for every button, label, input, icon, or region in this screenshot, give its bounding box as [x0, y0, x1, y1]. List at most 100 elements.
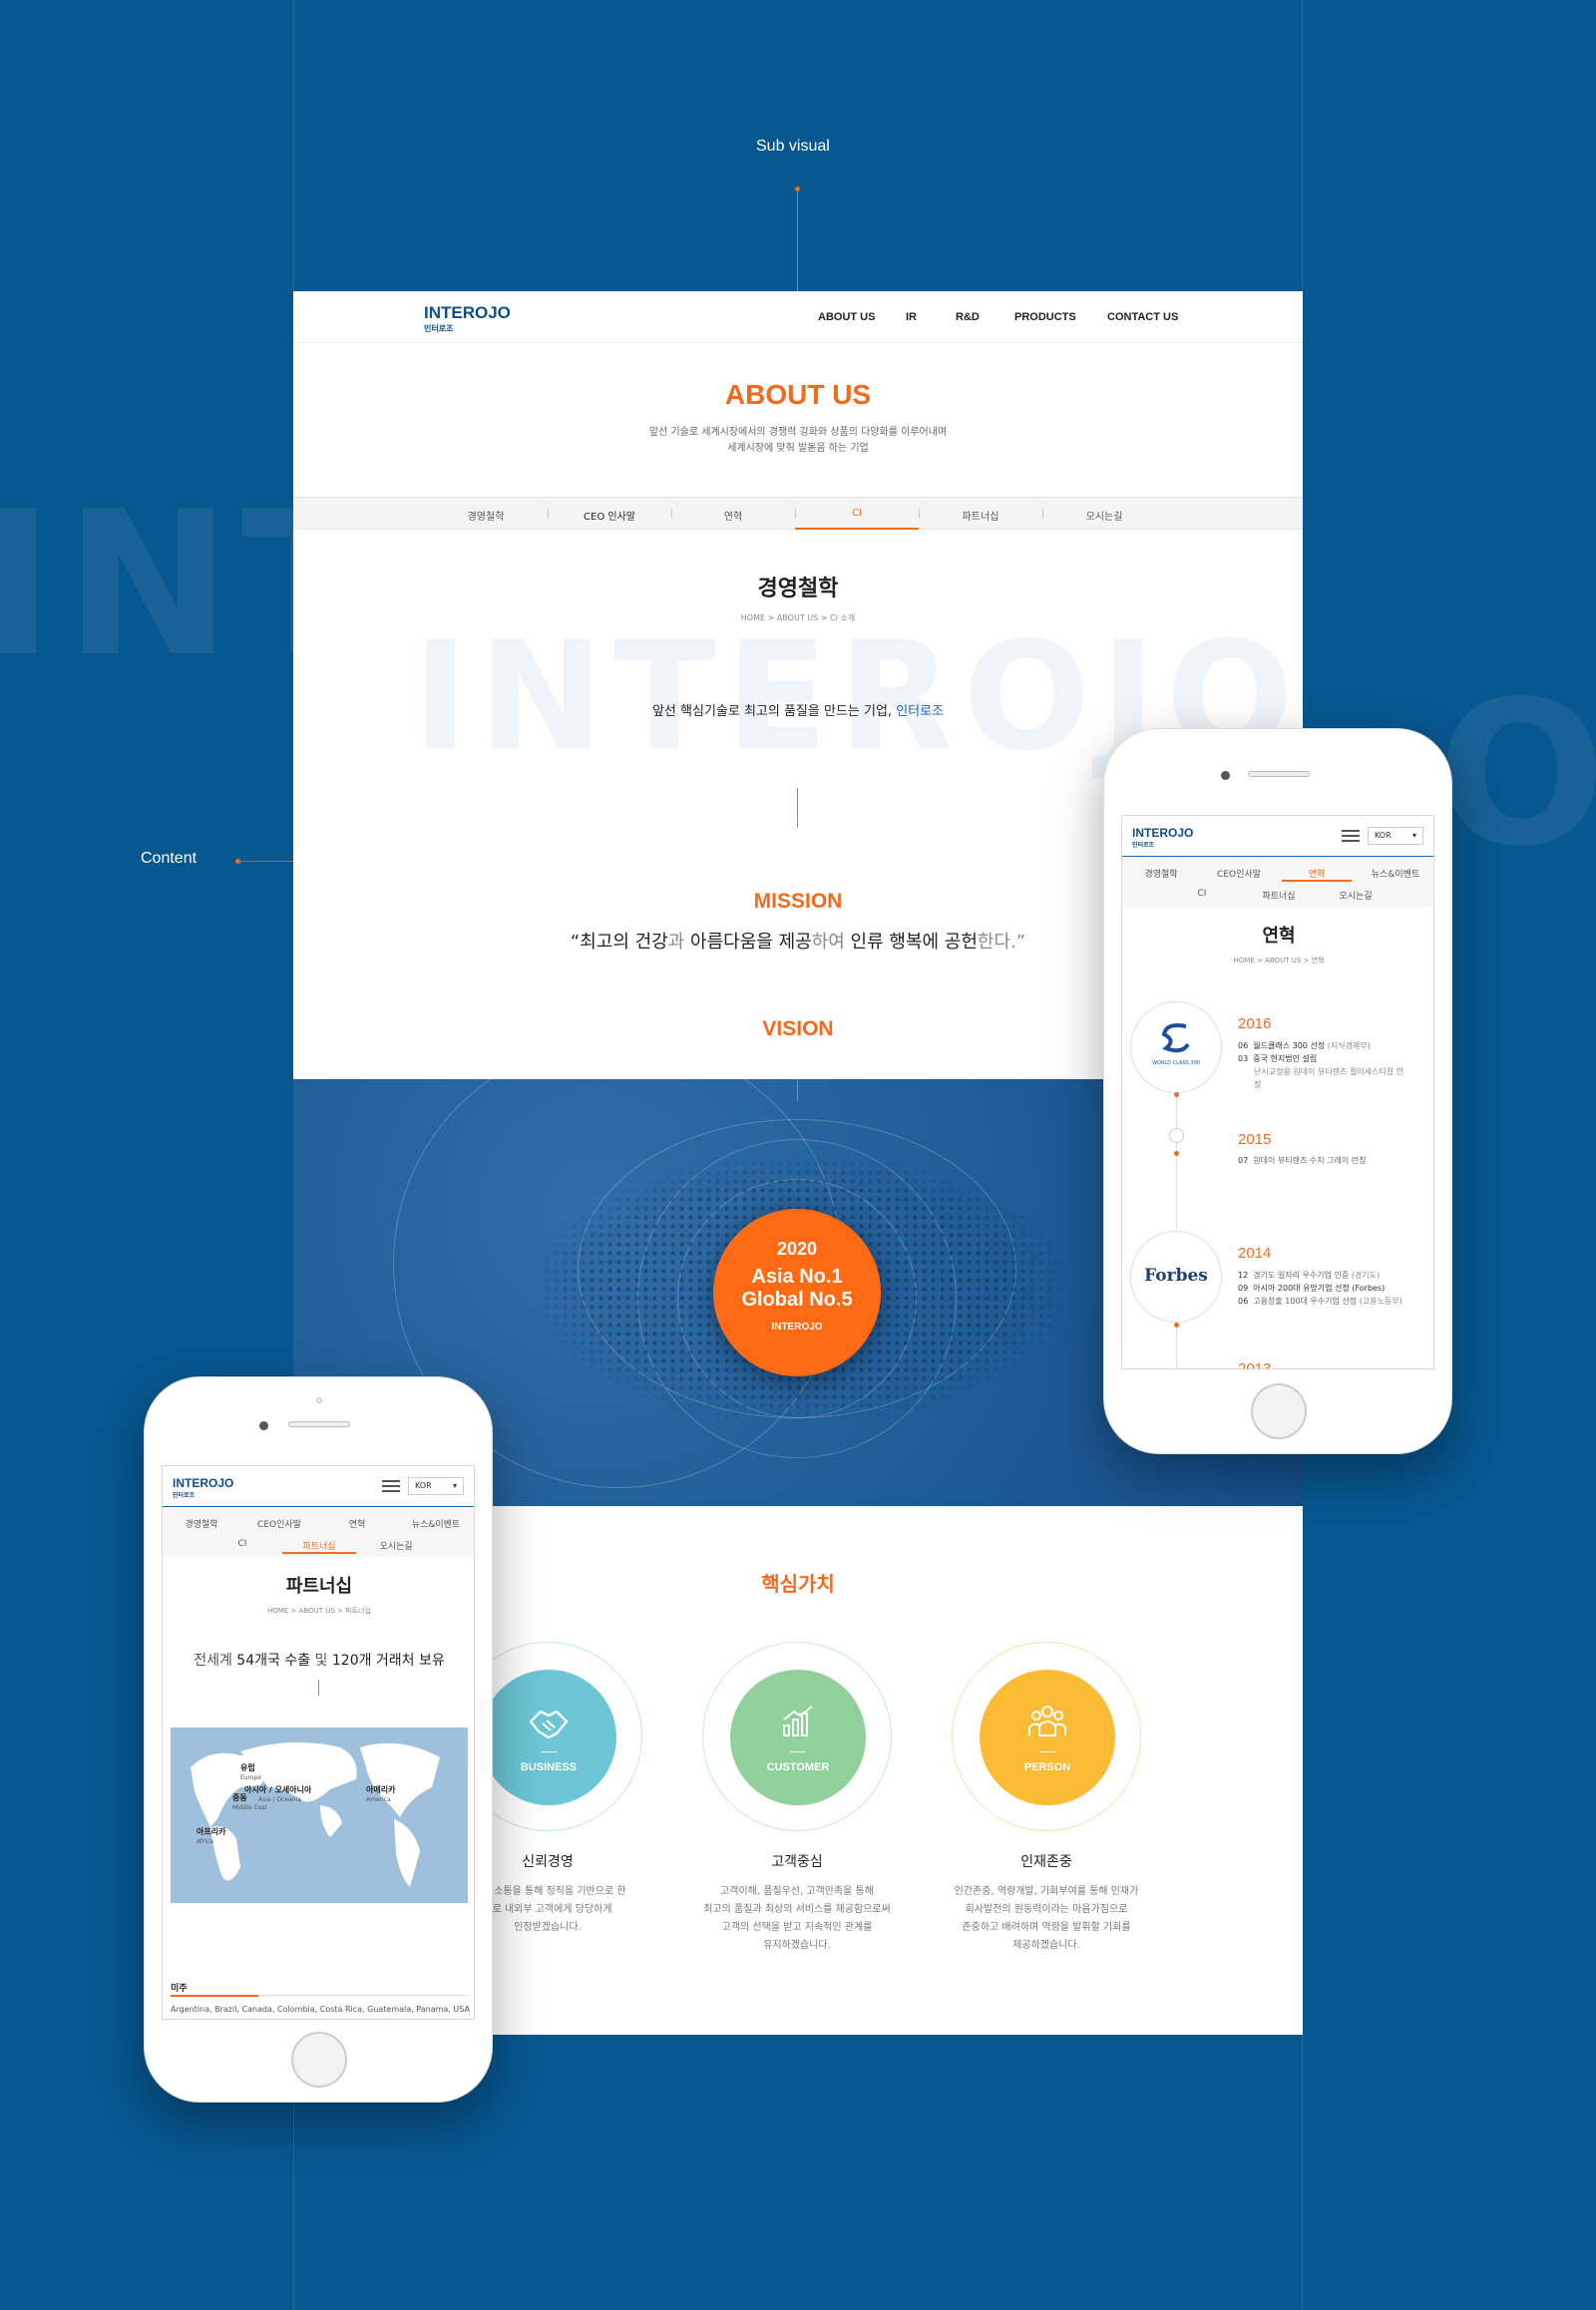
chevron-down-icon: ▾: [452, 1481, 457, 1490]
phone-right: INTEROJO 인터로조 KOR ▾ 경영철학 CEO인사말 연혁 뉴스&이벤…: [1103, 728, 1452, 1454]
pl-tab-news[interactable]: 뉴스&이벤트: [396, 1517, 474, 1530]
handshake-icon: [529, 1710, 569, 1739]
subnav-ceo[interactable]: CEO 인사말: [548, 508, 671, 523]
annotation-content: Content: [141, 850, 198, 867]
subnav-philosophy[interactable]: 경영철학: [424, 508, 548, 523]
nav-ir[interactable]: IR: [906, 311, 917, 323]
phone-left: INTEROJO 인터로조 KOR ▾ 경영철학 CEO인사말 연혁 뉴스&이벤…: [144, 1376, 493, 2103]
subnav-partnership[interactable]: 파트너십: [919, 508, 1042, 523]
pr-tab-history[interactable]: 연혁: [1278, 867, 1356, 880]
pr-menu-icon[interactable]: [1342, 830, 1360, 842]
value-label-customer: CUSTOMER: [766, 1761, 830, 1773]
phone-right-camera: [1221, 771, 1230, 780]
pr-year-2016: 2016: [1238, 1015, 1272, 1032]
pl-tab-ci[interactable]: CI: [202, 1539, 282, 1549]
value-desc-person: 인간존중, 역량개발, 기회부여를 통해 인재가 회사발전의 원동력이라는 마음…: [954, 1886, 1139, 1951]
logo-sub: 인터로조: [424, 324, 454, 333]
pl-breadcrumb: HOME > ABOUT US > 파트너십: [267, 1607, 371, 1615]
map-label-middle-east: 중동 Middle East: [232, 1793, 267, 1811]
divider-line-1: [797, 788, 798, 828]
world-map-image: [191, 1741, 440, 1887]
pr-logo[interactable]: INTEROJO 인터로조: [1132, 826, 1193, 849]
chevron-down-icon: ▾: [1411, 831, 1416, 840]
nav-rnd[interactable]: R&D: [956, 311, 980, 323]
site-header: INTEROJO 인터로조 ABOUT US IR R&D PRODUCTS C…: [293, 291, 1303, 343]
phone-right-screen: INTEROJO 인터로조 KOR ▾ 경영철학 CEO인사말 연혁 뉴스&이벤…: [1121, 815, 1434, 1369]
hero-desc-1: 앞선 기술로 세계시장에서의 경쟁력 강화와 상품의 다양화를 이루어내며: [648, 427, 948, 438]
pr-timeline-logo-2016: WORLD CLASS 300: [1130, 1001, 1222, 1093]
map-label-africa: 아프리카 Africa: [197, 1827, 226, 1845]
nav-about-us[interactable]: ABOUT US: [818, 311, 875, 323]
section-title: 경영철학: [757, 577, 839, 601]
pl-logo[interactable]: INTEROJO 인터로조: [173, 1476, 233, 1499]
chart-icon: [783, 1706, 813, 1736]
hero-desc-2: 세계시장에 맞춰 발돋움 하는 기업: [727, 443, 869, 454]
pr-tab-news[interactable]: 뉴스&이벤트: [1356, 867, 1433, 880]
section-tagline: 앞선 핵심기술로 최고의 품질을 만드는 기업, 인터로조: [651, 704, 945, 719]
subnav-ci[interactable]: CI: [795, 508, 919, 519]
section-breadcrumb: HOME > ABOUT US > CI 소개: [740, 613, 856, 622]
forbes-logo: Forbes: [1144, 1266, 1208, 1286]
phone-left-home-button[interactable]: [291, 2032, 347, 2088]
subnav-location[interactable]: 오시는길: [1042, 508, 1166, 523]
vision-line-2: Global No.5: [741, 1289, 853, 1311]
pl-page-title: 파트너십: [285, 1576, 353, 1597]
pr-tab-partnership[interactable]: 파트너십: [1239, 889, 1319, 902]
hero-title: ABOUT US: [724, 379, 872, 410]
pl-tab-philosophy[interactable]: 경영철학: [163, 1517, 240, 1530]
vision-year: 2020: [776, 1239, 818, 1259]
pr-year-2014: 2014: [1238, 1245, 1272, 1262]
site-logo[interactable]: INTEROJO 인터로조: [424, 303, 511, 334]
pl-menu-icon[interactable]: [382, 1480, 400, 1492]
phone-left-screen: INTEROJO 인터로조 KOR ▾ 경영철학 CEO인사말 연혁 뉴스&이벤…: [162, 1465, 475, 2020]
phone-left-speaker: [288, 1421, 350, 1427]
pl-language-select[interactable]: KOR ▾: [408, 1477, 464, 1495]
map-label-america: 아메리카 America: [366, 1785, 396, 1803]
pl-tab-location[interactable]: 오시는길: [356, 1539, 436, 1552]
value-desc-customer: 고객이해, 품질우선, 고객만족을 통해 최고의 품질과 최상의 서비스를 제공…: [703, 1886, 891, 1951]
pr-tab-location[interactable]: 오시는길: [1316, 889, 1396, 902]
pl-region-countries: Argentina, Brazil, Canada, Colombia, Cos…: [171, 2005, 470, 2014]
pl-tab-history[interactable]: 연혁: [318, 1517, 396, 1530]
pr-language-select[interactable]: KOR ▾: [1368, 827, 1423, 845]
value-title-person: 인재존중: [1020, 1854, 1072, 1870]
nav-products[interactable]: PRODUCTS: [1014, 311, 1076, 323]
phone-left-camera: [259, 1421, 268, 1430]
pl-region-title[interactable]: 미주: [171, 1981, 188, 1994]
pl-headline: 전세계 54개국 수출 및 120개 거래처 보유: [194, 1653, 445, 1669]
pr-breadcrumb: HOME > ABOUT US > 연혁: [1233, 957, 1325, 964]
pr-entries-2015: 07 원데이 뷰티렌즈 수지 그레이 런칭: [1238, 1156, 1367, 1165]
pr-tab-ceo[interactable]: CEO인사말: [1200, 867, 1278, 880]
pr-tab-philosophy[interactable]: 경영철학: [1122, 867, 1200, 880]
pl-world-map: 유럽 Europe 아시아 / 오세아니아 Asia / Oceania 중동 Mid…: [171, 1728, 468, 1903]
world-class-logo-icon: [1161, 1023, 1190, 1053]
map-label-europe: 유럽 Europe: [240, 1763, 262, 1781]
pr-year-2015: 2015: [1238, 1131, 1272, 1148]
pr-entries-2016: 06 월드클래스 300 선정 (지식경제부) 03 중국 현지법인 설립 난시…: [1238, 1041, 1404, 1089]
subnav-active-underline: [795, 528, 919, 530]
pl-tab-partnership[interactable]: 파트너십: [279, 1539, 359, 1552]
pl-tab-ceo[interactable]: CEO인사말: [240, 1517, 318, 1530]
phone-left-sensor: [316, 1397, 322, 1403]
pr-year-2013: 2013: [1238, 1360, 1272, 1369]
pr-entries-2014: 12 경기도 일자리 우수기업 인증 (경기도) 09 아시아 200대 유망기…: [1238, 1271, 1402, 1306]
value-label-person: PERSON: [1023, 1761, 1071, 1773]
bg-word-right: OJ: [1436, 658, 1596, 891]
sub-nav: 경영철학 CEO 인사말 연혁 CI 파트너십 오시는길: [293, 497, 1303, 530]
logo-text: INTEROJO: [424, 303, 511, 322]
nav-contact-us[interactable]: CONTACT US: [1107, 311, 1178, 323]
pr-page-title: 연혁: [1262, 926, 1296, 947]
divider-line-2: [797, 1079, 798, 1101]
pr-tab-ci[interactable]: CI: [1162, 889, 1242, 899]
value-customer: CUSTOMER 고객중심 고객이해, 품질우선, 고객만족을 통해 최고의 품…: [702, 1642, 892, 1955]
tagline-brand: 인터로조: [896, 704, 945, 719]
value-person: PERSON 인재존중 인간존중, 역량개발, 기회부여를 통해 인재가 회사발…: [952, 1642, 1141, 1955]
vision-badge: 2020 Asia No.1 Global No.5 INTEROJO: [713, 1209, 881, 1376]
phone-right-speaker: [1248, 771, 1310, 777]
subnav-history[interactable]: 연혁: [671, 508, 795, 523]
pl-tabs: 경영철학 CEO인사말 연혁 뉴스&이벤트 CI 파트너십 오시는길: [163, 1507, 474, 1557]
phone-right-home-button[interactable]: [1251, 1383, 1307, 1439]
value-label-business: BUSINESS: [520, 1761, 578, 1773]
annotation-sub-visual: Sub visual: [756, 138, 830, 155]
vision-line-1: Asia No.1: [751, 1266, 843, 1288]
